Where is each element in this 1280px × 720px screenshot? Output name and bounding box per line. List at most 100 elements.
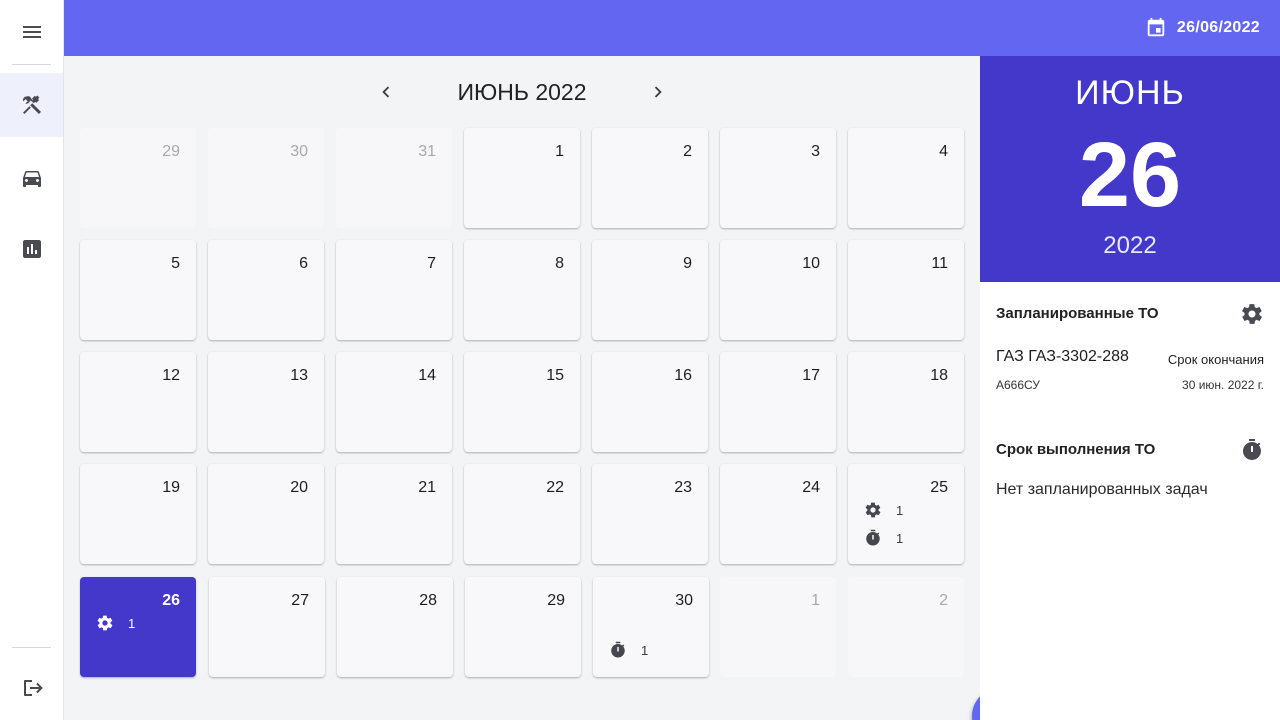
calendar-day[interactable]: 30 1 [593, 577, 709, 677]
day-number: 23 [674, 479, 692, 496]
sidebar-item-vehicles[interactable] [0, 146, 63, 210]
day-number: 12 [162, 367, 180, 384]
gear-icon [865, 502, 881, 518]
prev-month-button[interactable] [370, 76, 402, 108]
calendar-day[interactable]: 22 [464, 464, 580, 564]
day-event-indicator: 1 [864, 529, 903, 547]
day-number: 31 [418, 143, 436, 160]
calendar-day[interactable]: 31 [336, 128, 452, 228]
calendar-day[interactable]: 18 [848, 352, 964, 452]
chevron-left-icon [382, 86, 390, 98]
deadline-date: 30 июн. 2022 г. [1182, 378, 1264, 392]
menu-button[interactable] [0, 0, 63, 64]
day-number: 29 [162, 143, 180, 160]
calendar-icon [1147, 17, 1165, 37]
selected-year: 2022 [1103, 232, 1157, 259]
day-number: 8 [555, 255, 564, 272]
calendar-day[interactable]: 1 [720, 577, 836, 677]
chart-icon [22, 240, 41, 258]
sidebar-item-reports[interactable] [0, 217, 63, 281]
calendar-day[interactable]: 28 [337, 577, 453, 677]
details-panel: ИЮНЬ 26 2022 Запланированные ТО ГАЗ ГАЗ-… [980, 56, 1280, 720]
planned-settings-button[interactable] [1240, 302, 1264, 326]
day-number: 6 [299, 255, 308, 272]
day-number: 18 [930, 367, 948, 384]
current-date[interactable]: 26/06/2022 [1145, 0, 1260, 56]
calendar-day[interactable]: 25 1 1 [848, 464, 964, 564]
calendar-day[interactable]: 17 [720, 352, 836, 452]
calendar-day[interactable]: 1 [464, 128, 580, 228]
day-number: 20 [290, 479, 308, 496]
next-month-button[interactable] [642, 76, 674, 108]
top-bar: 26/06/2022 [64, 0, 1280, 56]
sidebar-divider [12, 64, 51, 65]
calendar-area: ИЮНЬ 2022 29 30 31 1 2 3 4 5 6 7 8 9 10 11 12 13 14 15 16 1… [64, 56, 1028, 720]
selected-date-card: ИЮНЬ 26 2022 [980, 56, 1280, 282]
calendar-day[interactable]: 15 [464, 352, 580, 452]
calendar-day[interactable]: 8 [464, 240, 580, 340]
day-number: 5 [171, 255, 180, 272]
day-number: 9 [683, 255, 692, 272]
vehicle-plate: А666СУ [996, 378, 1040, 392]
day-event-indicator: 1 [96, 614, 135, 632]
vehicle-name[interactable]: ГАЗ ГАЗ-3302-288 [996, 348, 1129, 366]
calendar-day[interactable]: 24 [720, 464, 836, 564]
event-count: 1 [641, 642, 649, 658]
deadline-label: Срок окончания [1167, 352, 1264, 367]
day-number: 1 [555, 143, 564, 160]
day-number: 21 [418, 479, 436, 496]
due-timer-button[interactable] [1240, 438, 1264, 462]
calendar-day[interactable]: 2 [848, 577, 964, 677]
calendar-day[interactable]: 14 [336, 352, 452, 452]
due-section-title: Срок выполнения ТО [996, 441, 1156, 458]
day-event-indicator: 1 [609, 641, 648, 659]
calendar-day[interactable]: 9 [592, 240, 708, 340]
event-count: 1 [896, 530, 904, 546]
planned-section-title: Запланированные ТО [996, 305, 1159, 322]
calendar-day-selected[interactable]: 26 1 [80, 577, 196, 677]
gear-icon [1242, 304, 1262, 324]
calendar-day[interactable]: 21 [336, 464, 452, 564]
calendar-day[interactable]: 27 [209, 577, 325, 677]
calendar-day[interactable]: 20 [208, 464, 324, 564]
day-number: 25 [930, 479, 948, 496]
day-number: 22 [546, 479, 564, 496]
timer-icon [611, 641, 625, 658]
gear-icon [97, 615, 113, 631]
calendar-day[interactable]: 3 [720, 128, 836, 228]
logout-button[interactable] [0, 656, 63, 720]
calendar-day[interactable]: 7 [336, 240, 452, 340]
day-number: 27 [291, 592, 309, 609]
day-number: 29 [547, 592, 565, 609]
calendar-day[interactable]: 12 [80, 352, 196, 452]
due-empty-message: Нет запланированных задач [996, 481, 1208, 498]
calendar-day[interactable]: 13 [208, 352, 324, 452]
calendar-day[interactable]: 29 [80, 128, 196, 228]
day-number: 15 [546, 367, 564, 384]
day-event-indicator: 1 [864, 501, 903, 519]
calendar-day[interactable]: 2 [592, 128, 708, 228]
logout-icon [23, 680, 43, 696]
calendar-day[interactable]: 23 [592, 464, 708, 564]
calendar-day[interactable]: 11 [848, 240, 964, 340]
calendar-day[interactable]: 19 [80, 464, 196, 564]
calendar-day[interactable]: 6 [208, 240, 324, 340]
menu-icon [22, 26, 41, 38]
car-icon [22, 171, 41, 187]
day-number: 28 [419, 592, 437, 609]
day-number: 30 [675, 592, 693, 609]
calendar-day[interactable]: 5 [80, 240, 196, 340]
sidebar [0, 0, 64, 720]
month-title-text: ИЮНЬ 2022 [457, 79, 587, 105]
day-number: 17 [802, 367, 820, 384]
calendar-day[interactable]: 30 [208, 128, 324, 228]
sidebar-item-maintenance[interactable] [0, 73, 63, 137]
calendar-day[interactable]: 16 [592, 352, 708, 452]
calendar-day[interactable]: 29 [465, 577, 581, 677]
chevron-right-icon [654, 86, 662, 98]
day-number: 26 [162, 592, 180, 609]
day-number: 11 [931, 255, 948, 272]
calendar-day[interactable]: 10 [720, 240, 836, 340]
calendar-day[interactable]: 4 [848, 128, 964, 228]
event-count: 1 [128, 615, 136, 631]
